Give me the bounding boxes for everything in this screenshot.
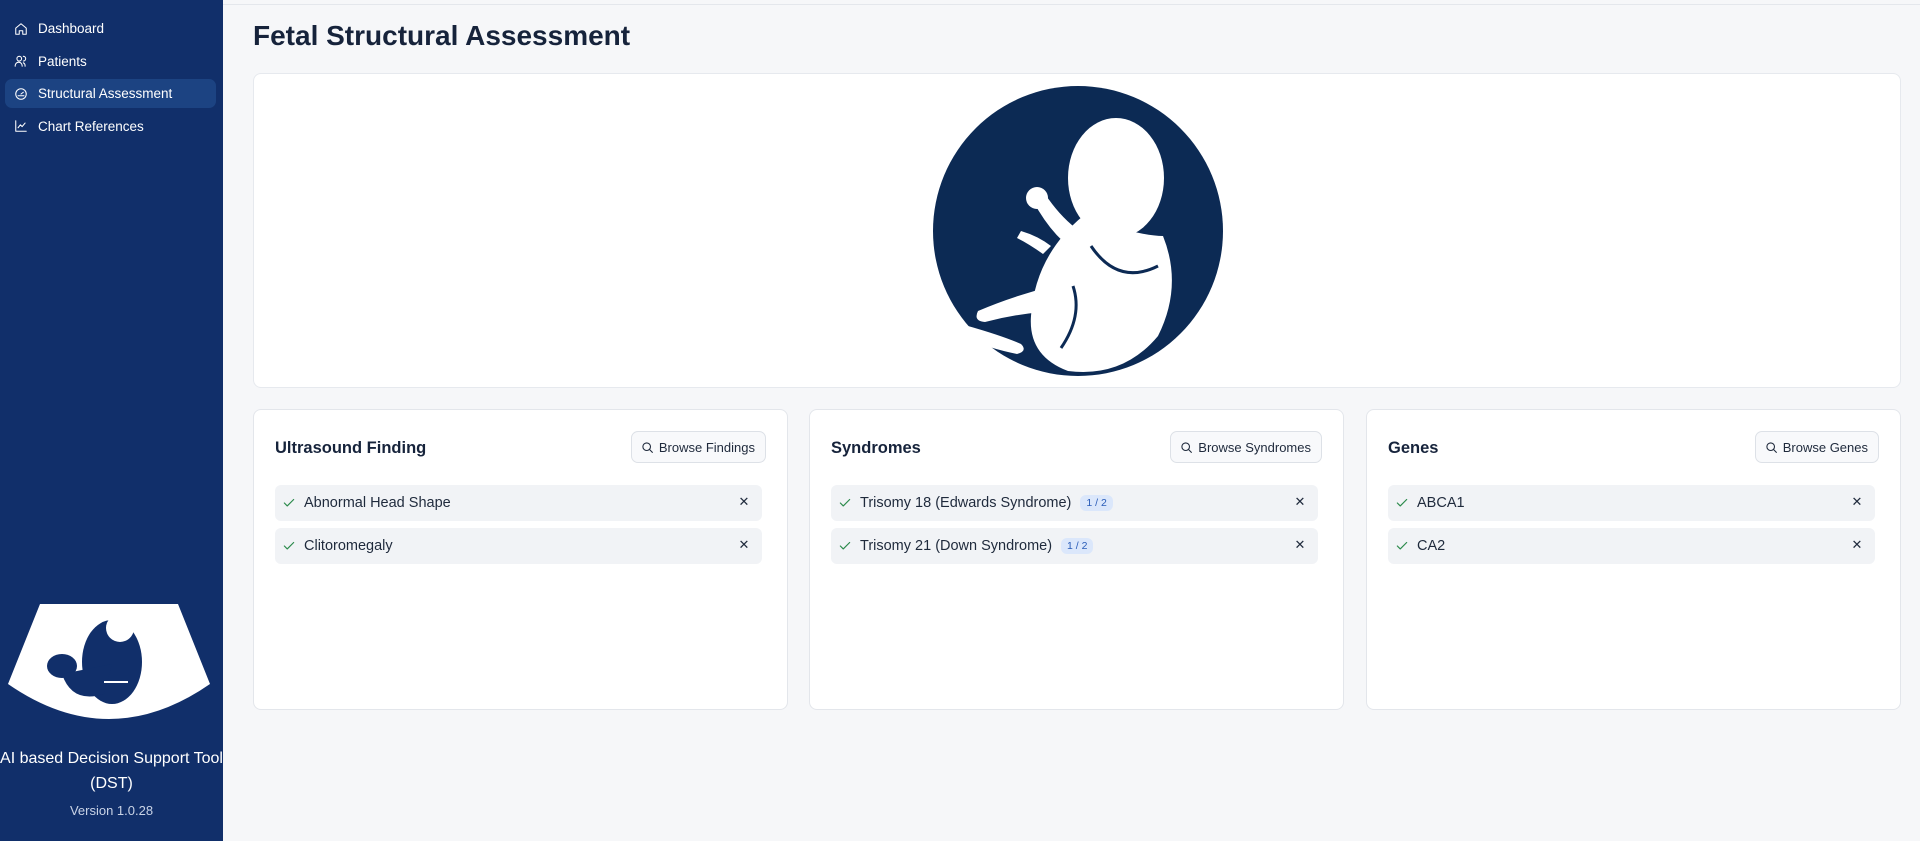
check-icon	[838, 496, 852, 510]
remove-item-button[interactable]: ✕	[1849, 494, 1865, 510]
top-divider	[223, 4, 1920, 5]
genes-list: ABCA1 ✕ CA2 ✕	[1388, 485, 1875, 571]
browse-findings-button[interactable]: Browse Findings	[630, 431, 766, 463]
page-title: Fetal Structural Assessment	[253, 20, 631, 51]
ultrasound-finding-card: Ultrasound Finding Browse Findings Abnor…	[253, 409, 788, 710]
card-title: Ultrasound Finding	[275, 439, 427, 457]
sidebar: Dashboard Patients Structural Assessment…	[0, 0, 223, 841]
genes-card: Genes Browse Genes ABCA1 ✕ CA2 ✕	[1366, 409, 1901, 710]
sidebar-item-structural-assessment[interactable]: Structural Assessment	[5, 79, 216, 108]
browse-findings-label: Browse Findings	[658, 439, 755, 455]
item-label: CA2	[1417, 538, 1446, 554]
list-item: Abnormal Head Shape ✕	[275, 485, 762, 521]
sidebar-item-label: Patients	[38, 53, 87, 69]
syndromes-card: Syndromes Browse Syndromes Trisomy 18 (E…	[809, 409, 1344, 710]
card-title: Genes	[1388, 439, 1439, 457]
search-icon	[1180, 441, 1193, 454]
app-version: Version 1.0.28	[69, 803, 154, 818]
remove-item-button[interactable]: ✕	[1292, 537, 1308, 553]
search-icon	[1765, 441, 1778, 454]
sidebar-item-dashboard[interactable]: Dashboard	[5, 14, 216, 43]
hero-panel	[253, 73, 1901, 388]
fetus-illustration	[933, 86, 1223, 376]
list-item: CA2 ✕	[1388, 528, 1875, 564]
sidebar-item-label: Dashboard	[38, 21, 105, 36]
ultrasound-fetus-logo	[8, 604, 210, 719]
gauge-icon	[13, 86, 29, 102]
match-count-badge: 1 / 2	[1061, 538, 1094, 554]
remove-item-button[interactable]: ✕	[736, 537, 752, 553]
item-label: ABCA1	[1417, 495, 1465, 511]
item-label: Clitoromegaly	[304, 538, 393, 554]
check-icon	[1395, 539, 1409, 553]
list-item: Clitoromegaly ✕	[275, 528, 762, 564]
check-icon	[1395, 496, 1409, 510]
check-icon	[838, 539, 852, 553]
card-title: Syndromes	[831, 439, 921, 457]
sidebar-item-patients[interactable]: Patients	[5, 47, 216, 76]
browse-genes-button[interactable]: Browse Genes	[1754, 431, 1879, 463]
search-icon	[641, 441, 654, 454]
line-chart-icon	[13, 118, 29, 134]
check-icon	[282, 496, 296, 510]
browse-genes-label: Browse Genes	[1782, 439, 1868, 455]
sidebar-nav: Dashboard Patients Structural Assessment…	[0, 0, 223, 141]
remove-item-button[interactable]: ✕	[736, 494, 752, 510]
check-icon	[282, 539, 296, 553]
item-label: Trisomy 18 (Edwards Syndrome)	[860, 495, 1072, 511]
home-icon	[13, 21, 29, 37]
sidebar-item-chart-references[interactable]: Chart References	[5, 112, 216, 141]
remove-item-button[interactable]: ✕	[1292, 494, 1308, 510]
list-item: Trisomy 18 (Edwards Syndrome) 1 / 2 ✕	[831, 485, 1318, 521]
browse-syndromes-label: Browse Syndromes	[1198, 439, 1311, 455]
list-item: ABCA1 ✕	[1388, 485, 1875, 521]
findings-list: Abnormal Head Shape ✕ Clitoromegaly ✕	[275, 485, 762, 571]
match-count-badge: 1 / 2	[1080, 495, 1113, 511]
browse-syndromes-button[interactable]: Browse Syndromes	[1170, 431, 1322, 463]
users-icon	[13, 53, 29, 69]
remove-item-button[interactable]: ✕	[1849, 537, 1865, 553]
list-item: Trisomy 21 (Down Syndrome) 1 / 2 ✕	[831, 528, 1318, 564]
item-label: Trisomy 21 (Down Syndrome)	[860, 538, 1053, 554]
sidebar-item-label: Chart References	[38, 118, 144, 134]
app-name: AI based Decision Support Tool (DST)	[0, 750, 223, 792]
syndromes-list: Trisomy 18 (Edwards Syndrome) 1 / 2 ✕ Tr…	[831, 485, 1318, 571]
sidebar-item-label: Structural Assessment	[38, 86, 173, 101]
item-label: Abnormal Head Shape	[304, 495, 451, 511]
